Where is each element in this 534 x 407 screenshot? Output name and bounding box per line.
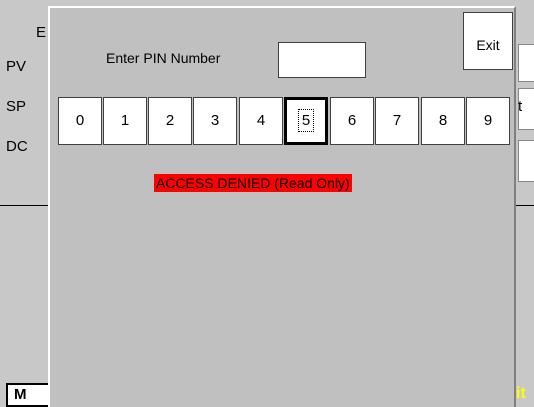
pin-input[interactable] bbox=[278, 42, 366, 78]
background-label-sp: SP bbox=[6, 98, 27, 115]
pin-keypad: 0 1 2 3 4 5 6 7 8 9 bbox=[58, 97, 512, 145]
key-4-label: 4 bbox=[256, 112, 266, 129]
key-9[interactable]: 9 bbox=[466, 97, 510, 145]
background-label-e: E bbox=[36, 24, 47, 41]
pin-entry-dialog: Enter PIN Number Exit 0 1 2 3 4 5 6 7 8 … bbox=[48, 6, 516, 407]
background-divider-right bbox=[516, 205, 534, 206]
background-field-3 bbox=[518, 140, 534, 182]
key-2-label: 2 bbox=[165, 112, 175, 129]
key-2[interactable]: 2 bbox=[148, 97, 192, 145]
exit-button[interactable]: Exit bbox=[463, 12, 513, 70]
background-right-glyph: t bbox=[518, 98, 523, 115]
key-0[interactable]: 0 bbox=[58, 97, 102, 145]
key-6[interactable]: 6 bbox=[330, 97, 374, 145]
background-label-dc: DC bbox=[6, 138, 28, 155]
key-4[interactable]: 4 bbox=[239, 97, 283, 145]
background-m-button: M bbox=[6, 383, 50, 407]
key-3[interactable]: 3 bbox=[193, 97, 237, 145]
key-7-label: 7 bbox=[392, 112, 402, 129]
key-1-label: 1 bbox=[120, 112, 130, 129]
key-8-label: 8 bbox=[438, 112, 448, 129]
background-divider-left bbox=[0, 205, 48, 206]
background-bottom-right-text: it bbox=[516, 385, 526, 402]
access-status-message: ACCESS DENIED (Read Only) bbox=[154, 174, 352, 192]
pin-prompt-label: Enter PIN Number bbox=[106, 50, 221, 66]
background-label-pv: PV bbox=[6, 58, 27, 75]
key-5-label: 5 bbox=[297, 109, 315, 132]
key-6-label: 6 bbox=[347, 112, 357, 129]
key-7[interactable]: 7 bbox=[375, 97, 419, 145]
key-9-label: 9 bbox=[483, 112, 493, 129]
background-field-1 bbox=[518, 44, 534, 82]
key-5[interactable]: 5 bbox=[284, 97, 328, 145]
key-3-label: 3 bbox=[210, 112, 220, 129]
key-0-label: 0 bbox=[75, 112, 85, 129]
key-1[interactable]: 1 bbox=[103, 97, 147, 145]
key-8[interactable]: 8 bbox=[421, 97, 465, 145]
